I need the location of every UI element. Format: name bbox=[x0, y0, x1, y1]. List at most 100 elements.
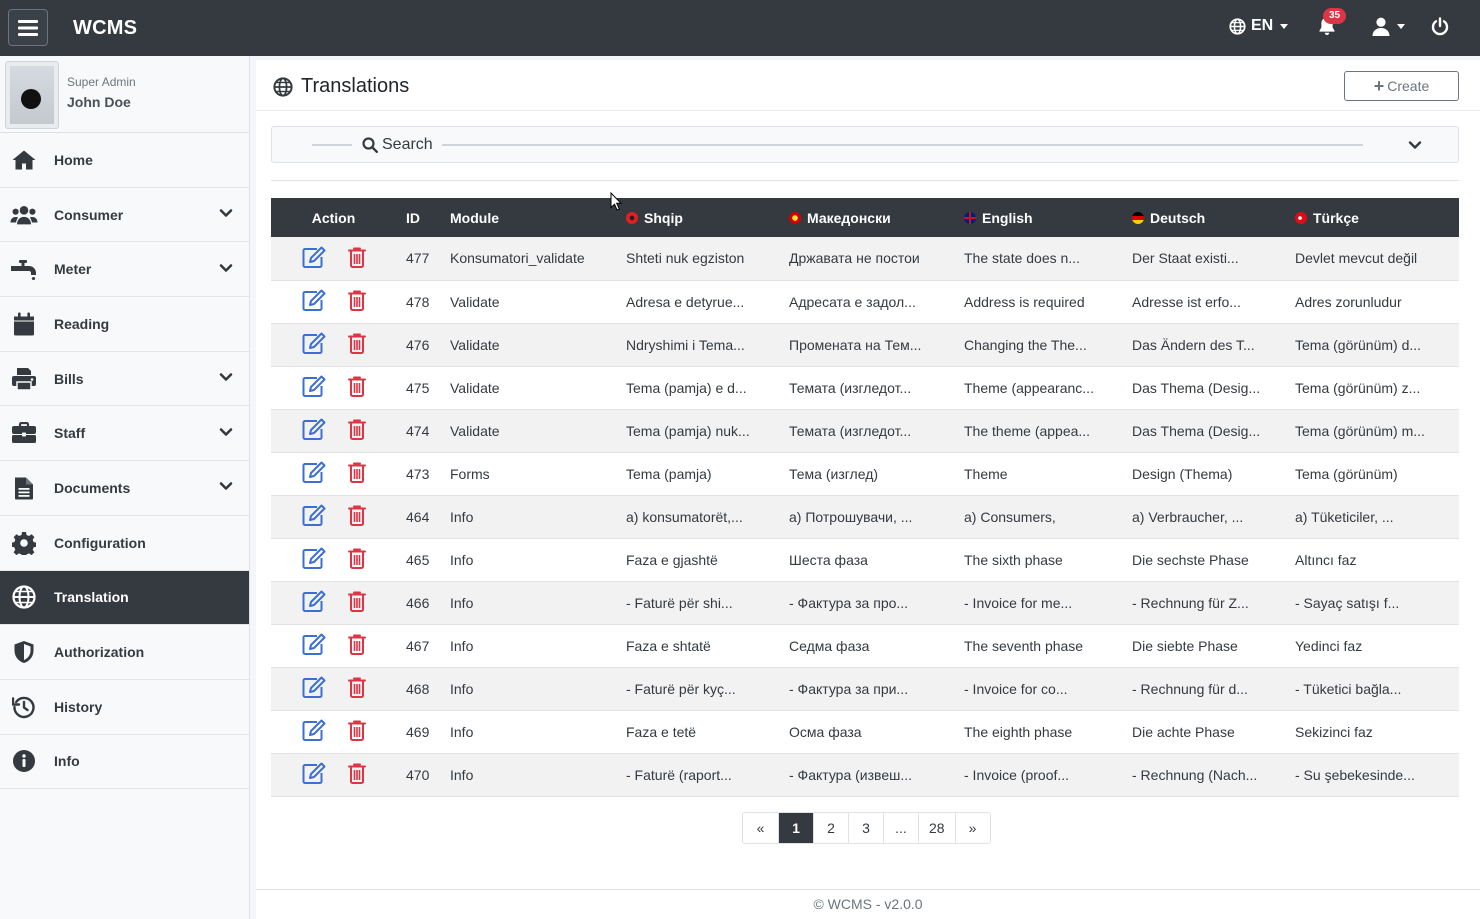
edit-button[interactable] bbox=[302, 676, 326, 701]
sidebar-item-reading[interactable]: Reading bbox=[0, 297, 249, 352]
sidebar-item-translation[interactable]: Translation bbox=[0, 570, 249, 626]
delete-button[interactable] bbox=[347, 375, 366, 400]
cell-shqip: Ndryshimi i Tema... bbox=[626, 336, 745, 353]
logout-button[interactable] bbox=[1431, 17, 1449, 39]
sidebar-item-meter[interactable]: Meter bbox=[0, 242, 249, 298]
delete-button[interactable] bbox=[347, 676, 366, 701]
column-header-shqip[interactable]: Shqip bbox=[616, 198, 779, 237]
column-header-deutsch-label: Deutsch bbox=[1150, 209, 1206, 226]
edit-icon bbox=[302, 762, 326, 787]
column-header-module[interactable]: Module bbox=[440, 198, 616, 237]
cell-module: Konsumatori_validate bbox=[450, 250, 585, 267]
user-dropdown[interactable] bbox=[1372, 17, 1405, 36]
chevron-down-icon bbox=[219, 261, 233, 278]
page-ellipsis: ... bbox=[883, 813, 918, 843]
germany-flag-icon bbox=[1132, 211, 1144, 224]
delete-button[interactable] bbox=[347, 719, 366, 744]
column-header-turkce[interactable]: Türkçe bbox=[1285, 198, 1459, 237]
edit-button[interactable] bbox=[302, 461, 326, 486]
create-button[interactable]: + Create bbox=[1344, 71, 1459, 101]
edit-button[interactable] bbox=[302, 289, 326, 314]
sidebar-item-history[interactable]: History bbox=[0, 680, 249, 735]
delete-button[interactable] bbox=[347, 418, 366, 443]
sidebar-item-label: Translation bbox=[54, 589, 129, 606]
cell-english: a) Consumers, bbox=[964, 508, 1056, 525]
cell-makedonski: Промената на Тем... bbox=[789, 336, 922, 353]
edit-icon bbox=[302, 590, 326, 615]
delete-button[interactable] bbox=[347, 461, 366, 486]
cell-turkce: Sekizinci faz bbox=[1295, 723, 1373, 740]
delete-button[interactable] bbox=[347, 332, 366, 357]
cell-module: Info bbox=[450, 551, 474, 568]
page-previous[interactable]: « bbox=[743, 813, 778, 843]
edit-button[interactable] bbox=[302, 418, 326, 443]
info-icon bbox=[10, 747, 38, 775]
edit-button[interactable] bbox=[302, 590, 326, 615]
sidebar-item-bills[interactable]: Bills bbox=[0, 352, 249, 407]
cell-makedonski: - Фактура (извеш... bbox=[789, 766, 913, 783]
sidebar-item-home[interactable]: Home bbox=[0, 133, 249, 188]
edit-button[interactable] bbox=[302, 332, 326, 357]
sidebar-item-configuration[interactable]: Configuration bbox=[0, 516, 249, 571]
column-header-deutsch[interactable]: Deutsch bbox=[1122, 198, 1285, 237]
sidebar-item-authorization[interactable]: Authorization bbox=[0, 625, 249, 680]
globe-icon bbox=[10, 583, 38, 611]
edit-button[interactable] bbox=[302, 375, 326, 400]
cell-shqip: Adresa e detyrue... bbox=[626, 293, 745, 310]
chevron-down-icon[interactable] bbox=[1408, 138, 1422, 155]
sidebar-item-consumer[interactable]: Consumer bbox=[0, 188, 249, 243]
page-2[interactable]: 2 bbox=[813, 813, 848, 843]
cell-english: Theme bbox=[964, 465, 1008, 482]
shield-icon bbox=[10, 638, 38, 666]
column-header-makedonski[interactable]: Македонски bbox=[779, 198, 954, 237]
sidebar-toggle-button[interactable] bbox=[8, 9, 48, 46]
cell-deutsch: a) Verbraucher, ... bbox=[1132, 508, 1244, 525]
delete-button[interactable] bbox=[347, 633, 366, 658]
table-row: 465 Info Faza e gjashtë Шеста фаза The sixth… bbox=[271, 538, 1459, 581]
delete-button[interactable] bbox=[347, 246, 366, 271]
edit-button[interactable] bbox=[302, 633, 326, 658]
edit-button[interactable] bbox=[302, 504, 326, 529]
sidebar-item-info[interactable]: Info bbox=[0, 735, 249, 790]
edit-button[interactable] bbox=[302, 246, 326, 271]
language-label: EN bbox=[1251, 17, 1274, 34]
delete-button[interactable] bbox=[347, 762, 366, 787]
sidebar-item-label: Consumer bbox=[54, 206, 124, 223]
page-1[interactable]: 1 bbox=[778, 813, 813, 843]
cell-turkce: Tema (görünüm) z... bbox=[1295, 379, 1421, 396]
search-toggle[interactable]: Search bbox=[271, 126, 1459, 163]
cell-deutsch: Die siebte Phase bbox=[1132, 637, 1238, 654]
page-next[interactable]: » bbox=[954, 813, 990, 843]
cell-module: Info bbox=[450, 637, 474, 654]
delete-button[interactable] bbox=[347, 590, 366, 615]
cell-id: 473 bbox=[406, 465, 430, 482]
sidebar-item-documents[interactable]: Documents bbox=[0, 461, 249, 516]
brand-title[interactable]: WCMS bbox=[73, 17, 137, 40]
delete-button[interactable] bbox=[347, 547, 366, 572]
delete-button[interactable] bbox=[347, 504, 366, 529]
edit-button[interactable] bbox=[302, 719, 326, 744]
edit-button[interactable] bbox=[302, 762, 326, 787]
delete-button[interactable] bbox=[347, 289, 366, 314]
search-divider-right bbox=[442, 144, 1363, 146]
trash-icon bbox=[347, 634, 366, 658]
cell-id: 474 bbox=[406, 422, 430, 439]
cell-id: 468 bbox=[406, 680, 430, 697]
edit-button[interactable] bbox=[302, 547, 326, 572]
column-header-english[interactable]: English bbox=[954, 198, 1122, 237]
card-header: Translations + Create bbox=[256, 60, 1480, 111]
globe-icon bbox=[273, 76, 293, 97]
sidebar-item-staff[interactable]: Staff bbox=[0, 406, 249, 462]
action-cell bbox=[271, 538, 396, 581]
user-name[interactable]: John Doe bbox=[67, 94, 131, 110]
page-28[interactable]: 28 bbox=[918, 813, 955, 843]
page-3[interactable]: 3 bbox=[848, 813, 883, 843]
column-header-id[interactable]: ID bbox=[396, 198, 440, 237]
print-icon bbox=[10, 365, 38, 393]
action-cell bbox=[271, 237, 396, 280]
search-divider-left bbox=[312, 144, 352, 146]
edit-icon bbox=[302, 547, 326, 572]
table-row: 475 Validate Tema (pamja) e d... Темата (из… bbox=[271, 366, 1459, 409]
language-dropdown[interactable]: EN bbox=[1229, 17, 1289, 35]
cell-english: - Invoice for me... bbox=[964, 594, 1073, 611]
